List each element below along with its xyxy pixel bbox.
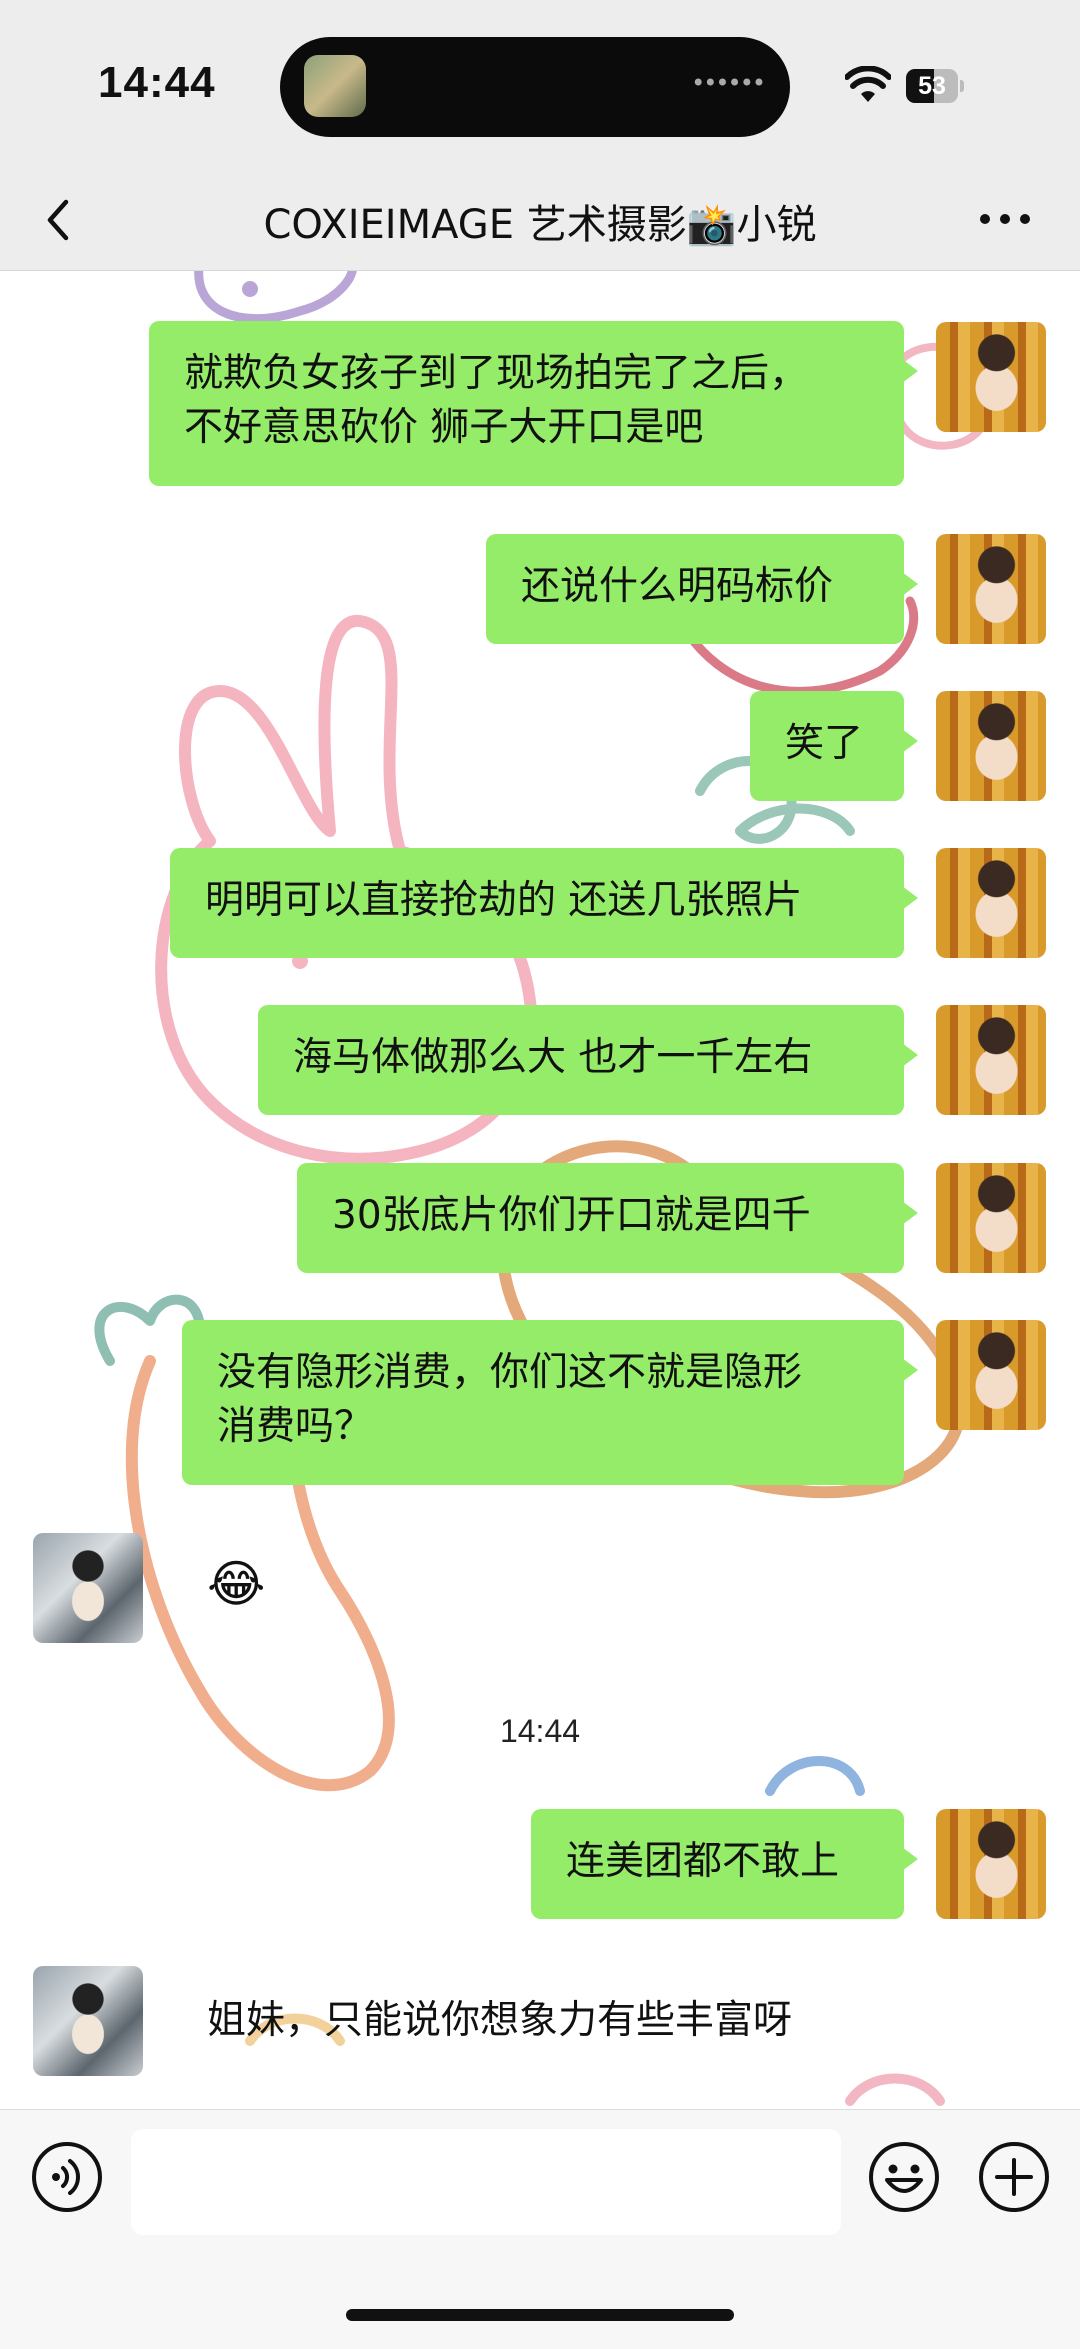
message-incoming[interactable]: 姐妹，只能说你想象力有些丰富呀 <box>0 1966 1080 2078</box>
incoming-message-text[interactable]: 姐妹，只能说你想象力有些丰富呀 <box>207 1994 792 2048</box>
contact-avatar[interactable] <box>33 1966 143 2076</box>
message-timestamp: 14:44 <box>499 1713 581 1749</box>
message-bubble[interactable]: 连美团都不敢上 <box>531 1809 918 1919</box>
status-bar: 14:44 •••••• 53 <box>0 0 1080 170</box>
contact-avatar[interactable] <box>33 1533 143 1643</box>
dynamic-island[interactable]: •••••• <box>280 37 790 137</box>
chat-header: COXIEIMAGE 艺术摄影📸小锐 <box>0 170 1080 271</box>
message-outgoing[interactable]: 就欺负女孩子到了现场拍完了之后， 不好意思砍价 狮子大开口是吧 <box>0 321 1080 491</box>
message-bubble[interactable]: 没有隐形消费，你们这不就是隐形 消费吗？ <box>182 1320 918 1485</box>
home-indicator[interactable] <box>346 2309 734 2321</box>
battery-percent: 53 <box>918 72 946 100</box>
message-outgoing[interactable]: 30张底片你们开口就是四千 <box>0 1163 1080 1275</box>
message-outgoing[interactable]: 连美团都不敢上 <box>0 1809 1080 1921</box>
my-avatar[interactable] <box>936 1163 1046 1273</box>
message-bubble[interactable]: 还说什么明码标价 <box>486 534 918 644</box>
my-avatar[interactable] <box>936 322 1046 432</box>
message-text-line: 消费吗？ <box>217 1404 374 1449</box>
message-outgoing[interactable]: 笑了 <box>0 691 1080 803</box>
my-avatar[interactable] <box>936 534 1046 644</box>
my-avatar[interactable] <box>936 691 1046 801</box>
emoji-message[interactable]: 😂 <box>207 1557 265 1611</box>
message-text-input[interactable] <box>131 2129 841 2235</box>
message-bubble[interactable]: 明明可以直接抢劫的 还送几张照片 <box>170 848 918 958</box>
my-avatar[interactable] <box>936 1809 1046 1919</box>
my-avatar[interactable] <box>936 1320 1046 1430</box>
battery-icon: 53 <box>906 69 964 103</box>
chat-title[interactable]: COXIEIMAGE 艺术摄影📸小锐 <box>130 192 950 250</box>
my-avatar[interactable] <box>936 848 1046 958</box>
album-art-thumbnail <box>304 55 366 117</box>
message-outgoing[interactable]: 没有隐形消费，你们这不就是隐形 消费吗？ <box>0 1320 1080 1490</box>
message-bubble[interactable]: 就欺负女孩子到了现场拍完了之后， 不好意思砍价 狮子大开口是吧 <box>149 321 918 486</box>
wifi-icon <box>845 66 891 102</box>
message-outgoing[interactable]: 还说什么明码标价 <box>0 534 1080 646</box>
my-avatar[interactable] <box>936 1005 1046 1115</box>
message-incoming[interactable]: 😂 <box>0 1533 1080 1645</box>
status-time: 14:44 <box>98 58 216 107</box>
message-bubble[interactable]: 30张底片你们开口就是四千 <box>297 1163 918 1273</box>
back-chevron-icon[interactable] <box>38 190 78 250</box>
smiley-icon[interactable] <box>867 2140 941 2214</box>
voice-icon[interactable] <box>30 2140 104 2214</box>
message-text-line: 就欺负女孩子到了现场拍完了之后， <box>184 351 809 396</box>
audio-waveform-icon: •••••• <box>691 69 766 97</box>
message-text-line: 不好意思砍价 狮子大开口是吧 <box>184 405 704 450</box>
message-outgoing[interactable]: 海马体做那么大 也才一千左右 <box>0 1005 1080 1117</box>
more-options-icon[interactable] <box>980 210 1030 230</box>
plus-icon[interactable] <box>977 2140 1051 2214</box>
message-text-line: 没有隐形消费，你们这不就是隐形 <box>217 1350 803 1395</box>
message-bubble[interactable]: 海马体做那么大 也才一千左右 <box>258 1005 918 1115</box>
message-bubble[interactable]: 笑了 <box>750 691 918 801</box>
message-outgoing[interactable]: 明明可以直接抢劫的 还送几张照片 <box>0 848 1080 960</box>
chat-message-list[interactable]: 就欺负女孩子到了现场拍完了之后， 不好意思砍价 狮子大开口是吧 还说什么明码标价… <box>0 271 1080 2109</box>
